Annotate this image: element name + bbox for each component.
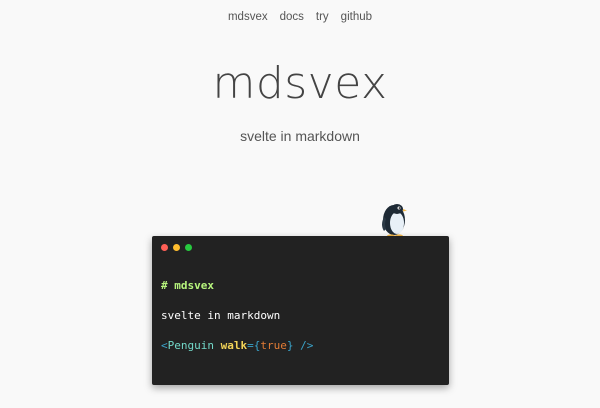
nav-link-mdsvex[interactable]: mdsvex: [228, 11, 268, 23]
nav-link-try[interactable]: try: [316, 11, 329, 23]
attr-value: true: [260, 339, 287, 352]
page-title: mdsvex: [212, 58, 388, 109]
page-subtitle: svelte in markdown: [240, 128, 360, 144]
tag-space: [214, 339, 221, 352]
close-dot-icon: [161, 244, 168, 251]
code-heading-line: # mdsvex: [161, 279, 214, 292]
nav-link-docs[interactable]: docs: [280, 11, 304, 23]
nav-link-github[interactable]: github: [341, 11, 372, 23]
minimize-dot-icon: [173, 244, 180, 251]
code-text-line: svelte in markdown: [161, 309, 281, 322]
tag-open-bracket: <: [161, 339, 168, 352]
code-editor-window: # mdsvex svelte in markdown <Penguin wal…: [152, 236, 449, 385]
tag-self-close: />: [293, 339, 314, 352]
page: mdsvex docs try github mdsvex svelte in …: [0, 0, 600, 408]
tag-name: Penguin: [167, 339, 214, 352]
code-component-line: <Penguin walk={true} />: [161, 339, 313, 352]
penguin-icon: [382, 204, 407, 238]
maximize-dot-icon: [185, 244, 192, 251]
attr-name: walk: [220, 339, 248, 352]
attr-equals: =: [247, 339, 254, 352]
top-nav: mdsvex docs try github: [0, 11, 600, 23]
window-controls: [161, 244, 192, 251]
